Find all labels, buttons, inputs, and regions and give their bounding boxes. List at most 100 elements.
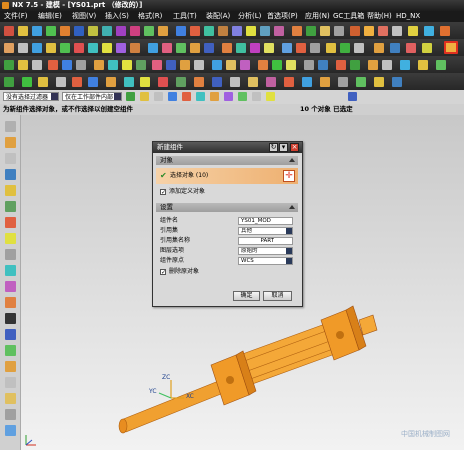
system-scenes-icon[interactable] [5,297,16,308]
templates-icon[interactable] [5,345,16,356]
offset-icon[interactable] [320,26,330,36]
redo-icon[interactable] [350,60,360,70]
curve-icon[interactable] [88,77,98,87]
trim-icon[interactable] [292,26,302,36]
menu-file[interactable]: 文件(F) [4,11,28,22]
edge-display-icon[interactable] [240,60,250,70]
section-icon[interactable] [212,60,222,70]
ok-button[interactable]: 确定 [233,291,260,301]
assembly-navigator-icon[interactable] [5,121,16,132]
sew-icon[interactable] [296,43,306,53]
extrude-icon[interactable] [60,26,70,36]
reuse-icon[interactable] [424,26,434,36]
reuse-library-icon[interactable] [5,169,16,180]
sequence-icon[interactable] [440,26,450,36]
bounded-plane-icon[interactable] [282,43,292,53]
material-icon[interactable] [230,77,240,87]
annotation-icon[interactable] [302,77,312,87]
hole-icon[interactable] [88,26,98,36]
import-icon[interactable] [392,77,402,87]
reference-set-dropdown[interactable]: 其他 [238,227,293,235]
sweep-icon[interactable] [148,43,158,53]
snap-quadrant-icon[interactable] [238,92,247,101]
circle-icon[interactable] [88,43,98,53]
forward-icon[interactable] [140,77,150,87]
constraint-navigator-icon[interactable] [5,137,16,148]
wireframe-icon[interactable] [76,60,86,70]
pad-icon[interactable] [130,26,140,36]
save-icon[interactable] [32,26,42,36]
selection-settings-icon[interactable] [348,92,357,101]
menu-preferences[interactable]: 首选项(P) [267,11,298,22]
edge-icon[interactable] [106,77,116,87]
snap-intersection-icon[interactable] [210,92,219,101]
system-materials-icon[interactable] [5,233,16,244]
component-name-field[interactable]: YS01_MOD [238,217,293,225]
table-icon[interactable] [338,77,348,87]
tube-icon[interactable] [162,43,172,53]
report-icon[interactable] [356,77,366,87]
pmi-icon[interactable] [266,77,276,87]
layer-icon[interactable] [374,43,384,53]
datum-axis-icon[interactable] [18,43,28,53]
show-icon[interactable] [422,43,432,53]
body-icon[interactable] [72,77,82,87]
library-icon[interactable] [5,329,16,340]
rotate-view-icon[interactable] [94,60,104,70]
explode-icon[interactable] [408,26,418,36]
snap-mid-icon[interactable] [182,92,191,101]
helix-icon[interactable] [116,43,126,53]
menu-hd-nx[interactable]: HD_NX [396,11,420,22]
feature-icon[interactable] [38,77,48,87]
delete-original-checkbox[interactable]: ✓ [160,269,166,276]
snap-existing-icon[interactable] [154,92,163,101]
select-all-icon[interactable] [126,92,135,101]
part-navigator-icon[interactable] [4,77,14,87]
mass-props-icon[interactable] [354,43,364,53]
shell-icon[interactable] [246,26,256,36]
back-icon[interactable] [124,77,134,87]
menu-insert[interactable]: 插入(S) [105,11,129,22]
split-icon[interactable] [306,26,316,36]
snap-center-icon[interactable] [32,60,42,70]
menu-edit[interactable]: 编辑(E) [38,11,62,22]
line-icon[interactable] [60,43,70,53]
menu-gc-toolbox[interactable]: GC工具箱 [333,11,364,22]
new-component-icon[interactable] [444,41,458,54]
assembly-navigator-icon[interactable] [22,77,32,87]
layer-option-dropdown[interactable]: 原始的 [238,247,293,255]
section-settings-header[interactable]: 设置 [156,203,298,212]
manufacturing-wizards-icon[interactable] [5,265,16,276]
menu-assemblies[interactable]: 装配(A) [206,11,230,22]
undo-icon[interactable] [336,60,346,70]
color-icon[interactable] [286,60,296,70]
pocket-icon[interactable] [116,26,126,36]
snap-on-curve-icon[interactable] [252,92,261,101]
section-objects-header[interactable]: 对象 [156,156,298,165]
draft-icon[interactable] [260,26,270,36]
assembly-icon[interactable] [350,26,360,36]
hide-icon[interactable] [406,43,416,53]
reference-set-name-field[interactable]: PART [238,237,293,245]
menu-analysis[interactable]: 分析(L) [238,11,261,22]
dimension-icon[interactable] [284,77,294,87]
play-icon[interactable] [176,77,186,87]
text-icon[interactable] [130,43,140,53]
surface-icon[interactable] [222,43,232,53]
rib-icon[interactable] [190,43,200,53]
history-icon[interactable] [5,217,16,228]
palette-icon[interactable] [5,313,16,324]
symbol-icon[interactable] [320,77,330,87]
cancel-button[interactable]: 取消 [263,291,292,301]
settings-icon[interactable] [5,425,16,436]
boss-icon[interactable] [102,26,112,36]
point-icon[interactable] [46,43,56,53]
mirror-icon[interactable] [274,26,284,36]
snap-end-icon[interactable] [168,92,177,101]
constraint-icon[interactable] [378,26,388,36]
menu-view[interactable]: 视图(V) [72,11,96,22]
properties-icon[interactable] [418,60,428,70]
web-browser-icon[interactable] [5,201,16,212]
measure-angle-icon[interactable] [340,43,350,53]
part-navigator-icon[interactable] [5,153,16,164]
